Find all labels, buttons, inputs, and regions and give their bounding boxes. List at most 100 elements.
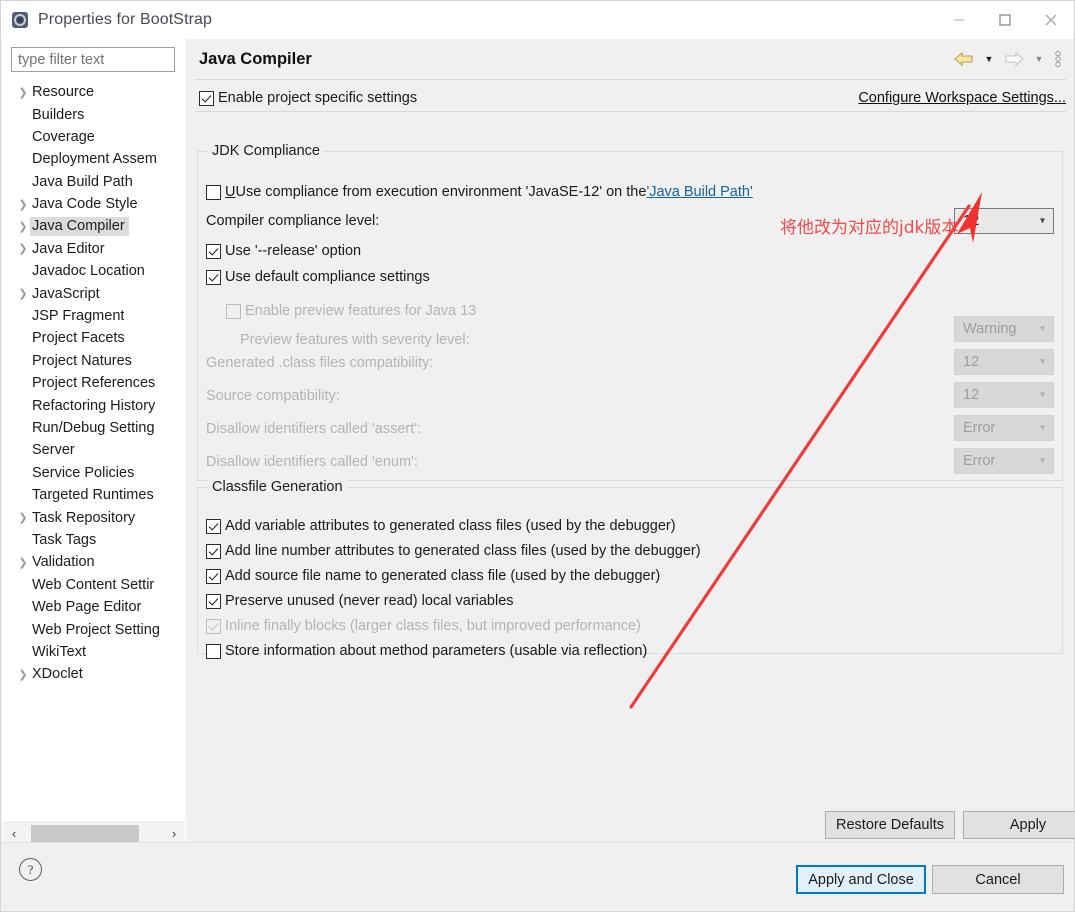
sidebar-item-jsp-fragment[interactable]: ❯JSP Fragment	[2, 305, 185, 327]
sidebar-item-web-content-settir[interactable]: ❯Web Content Settir	[2, 574, 185, 596]
sidebar-item-builders[interactable]: ❯Builders	[2, 103, 185, 125]
sidebar-item-label: JSP Fragment	[32, 308, 125, 325]
configure-workspace-settings-link[interactable]: Configure Workspace Settings...	[858, 90, 1066, 106]
filter-box	[11, 47, 175, 72]
classfile-option-row: Add line number attributes to generated …	[206, 539, 701, 563]
apply-and-close-button[interactable]: Apply and Close	[796, 865, 926, 894]
settings-sidebar: ❯Resource❯Builders❯Coverage❯Deployment A…	[2, 39, 186, 844]
classfile-option-label: Add variable attributes to generated cla…	[225, 518, 676, 534]
disallow-enum-row: Disallow identifiers called 'enum':	[206, 450, 418, 474]
cancel-button[interactable]: Cancel	[932, 865, 1064, 894]
sidebar-item-validation[interactable]: ❯ Validation	[2, 551, 185, 573]
source-compatibility-row: Source compatibility:	[206, 384, 340, 408]
enable-project-specific-row: Enable project specific settings Configu…	[187, 83, 1074, 113]
preview-severity-value: Warning	[963, 321, 1017, 337]
chevron-right-icon[interactable]: ❯	[14, 287, 32, 300]
chevron-down-icon: ▾	[1039, 323, 1045, 335]
close-button[interactable]	[1028, 1, 1074, 39]
back-arrow-icon[interactable]	[950, 47, 978, 71]
main-content: Java Compiler ▼ ▼ Enable project specifi…	[187, 39, 1075, 844]
sidebar-item-java-build-path[interactable]: ❯Java Build Path	[2, 171, 185, 193]
sidebar-horizontal-scrollbar[interactable]: ‹ ›	[3, 822, 185, 844]
class-files-compatibility-select: 12 ▾	[954, 349, 1054, 375]
sidebar-item-java-editor[interactable]: ❯ Java Editor	[2, 238, 185, 260]
chevron-down-icon: ▾	[1039, 356, 1045, 368]
classfile-option-checkbox[interactable]	[206, 543, 221, 559]
sidebar-item-project-facets[interactable]: ❯Project Facets	[2, 327, 185, 349]
view-menu-icon[interactable]	[1050, 47, 1066, 71]
sidebar-item-label: Java Compiler	[30, 217, 129, 237]
class-files-compatibility-value: 12	[963, 354, 980, 370]
classfile-option-label: Store information about method parameter…	[225, 643, 648, 659]
enable-project-specific-label: Enable project specific settings	[218, 90, 418, 106]
disallow-enum-select: Error ▾	[954, 448, 1054, 474]
chevron-right-icon[interactable]: ❯	[14, 198, 32, 211]
header-divider	[195, 79, 1066, 80]
sidebar-item-project-natures[interactable]: ❯Project Natures	[2, 350, 185, 372]
sidebar-item-java-compiler[interactable]: ❯ Java Compiler	[2, 215, 185, 237]
sidebar-item-label: Task Repository	[32, 509, 136, 526]
use-release-option-row: Use '--release' option	[206, 239, 361, 263]
disallow-assert-select: Error ▾	[954, 415, 1054, 441]
enable-row-divider	[195, 111, 1066, 112]
chevron-right-icon[interactable]: ❯	[14, 511, 32, 524]
sidebar-item-refactoring-history[interactable]: ❯Refactoring History	[2, 394, 185, 416]
classfile-option-checkbox[interactable]	[206, 568, 221, 584]
sidebar-item-task-repository[interactable]: ❯ Task Repository	[2, 506, 185, 528]
enable-project-specific-checkbox[interactable]	[199, 90, 214, 106]
minimize-button[interactable]	[936, 1, 982, 39]
sidebar-item-wikitext[interactable]: ❯WikiText	[2, 641, 185, 663]
restore-defaults-button[interactable]: Restore Defaults	[825, 811, 955, 839]
classfile-option-label: Preserve unused (never read) local varia…	[225, 593, 514, 609]
sidebar-item-label: WikiText	[32, 643, 86, 660]
help-question-icon[interactable]: ?	[19, 858, 42, 881]
class-files-compatibility-row: Generated .class files compatibility:	[206, 351, 433, 375]
sidebar-item-label: Targeted Runtimes	[32, 487, 154, 504]
sidebar-item-java-code-style[interactable]: ❯ Java Code Style	[2, 193, 185, 215]
sidebar-item-resource[interactable]: ❯ Resource	[2, 81, 185, 103]
sidebar-item-web-page-editor[interactable]: ❯Web Page Editor	[2, 596, 185, 618]
sidebar-item-service-policies[interactable]: ❯Service Policies	[2, 462, 185, 484]
classfile-option-checkbox[interactable]	[206, 643, 221, 659]
classfile-generation-group: Classfile Generation Add variable attrib…	[197, 479, 1063, 659]
source-compatibility-label: Source compatibility:	[206, 388, 340, 404]
scrollbar-thumb[interactable]	[31, 825, 139, 842]
sidebar-item-task-tags[interactable]: ❯Task Tags	[2, 529, 185, 551]
chevron-right-icon[interactable]: ❯	[14, 86, 32, 99]
sidebar-item-run-debug-setting[interactable]: ❯Run/Debug Setting	[2, 417, 185, 439]
disallow-enum-value: Error	[963, 453, 996, 469]
window-title: Properties for BootStrap	[38, 11, 213, 28]
classfile-option-checkbox[interactable]	[206, 593, 221, 609]
java-build-path-link[interactable]: 'Java Build Path'	[646, 184, 752, 200]
jdk-compliance-title: JDK Compliance	[208, 143, 324, 159]
chevron-right-icon[interactable]: ❯	[14, 556, 32, 569]
scroll-left-icon[interactable]: ‹	[3, 823, 25, 844]
sidebar-item-deployment-assem[interactable]: ❯Deployment Assem	[2, 148, 185, 170]
classfile-option-checkbox[interactable]	[206, 518, 221, 534]
use-execution-environment-checkbox[interactable]	[206, 184, 221, 200]
back-dropdown-chevron-down-icon[interactable]: ▼	[980, 47, 998, 71]
sidebar-item-coverage[interactable]: ❯Coverage	[2, 126, 185, 148]
sidebar-item-label: JavaScript	[32, 285, 100, 302]
chevron-right-icon[interactable]: ❯	[14, 242, 32, 255]
classfile-generation-title: Classfile Generation	[208, 479, 347, 495]
chevron-right-icon[interactable]: ❯	[14, 668, 32, 681]
apply-button[interactable]: Apply	[963, 811, 1075, 839]
sidebar-item-project-references[interactable]: ❯Project References	[2, 372, 185, 394]
sidebar-item-web-project-setting[interactable]: ❯Web Project Setting	[2, 618, 185, 640]
scrollbar-track[interactable]	[25, 823, 163, 844]
sidebar-item-xdoclet[interactable]: ❯ XDoclet	[2, 663, 185, 685]
use-release-option-checkbox[interactable]	[206, 243, 221, 259]
sidebar-item-javadoc-location[interactable]: ❯Javadoc Location	[2, 260, 185, 282]
sidebar-item-label: Service Policies	[32, 464, 135, 481]
maximize-button[interactable]	[982, 1, 1028, 39]
preview-severity-label: Preview features with severity level:	[240, 332, 470, 348]
forward-dropdown-chevron-down-icon[interactable]: ▼	[1030, 47, 1048, 71]
scroll-right-icon[interactable]: ›	[163, 823, 185, 844]
use-default-compliance-checkbox[interactable]	[206, 269, 221, 285]
sidebar-item-javascript[interactable]: ❯ JavaScript	[2, 283, 185, 305]
search-input[interactable]	[12, 48, 174, 71]
compiler-compliance-level-select[interactable]: 12 ▾	[954, 208, 1054, 234]
sidebar-item-targeted-runtimes[interactable]: ❯Targeted Runtimes	[2, 484, 185, 506]
sidebar-item-server[interactable]: ❯Server	[2, 439, 185, 461]
